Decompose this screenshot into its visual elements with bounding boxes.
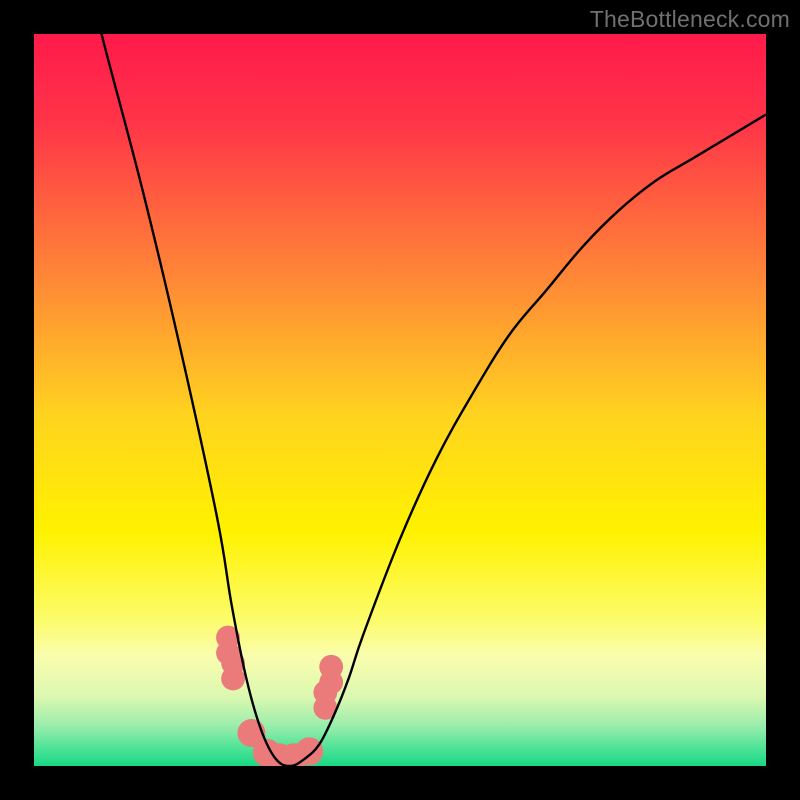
attribution-label: TheBottleneck.com <box>590 6 790 33</box>
chart-frame: TheBottleneck.com <box>0 0 800 800</box>
bottleneck-chart <box>34 34 766 766</box>
gradient-background <box>34 34 766 766</box>
plot-area <box>34 34 766 766</box>
